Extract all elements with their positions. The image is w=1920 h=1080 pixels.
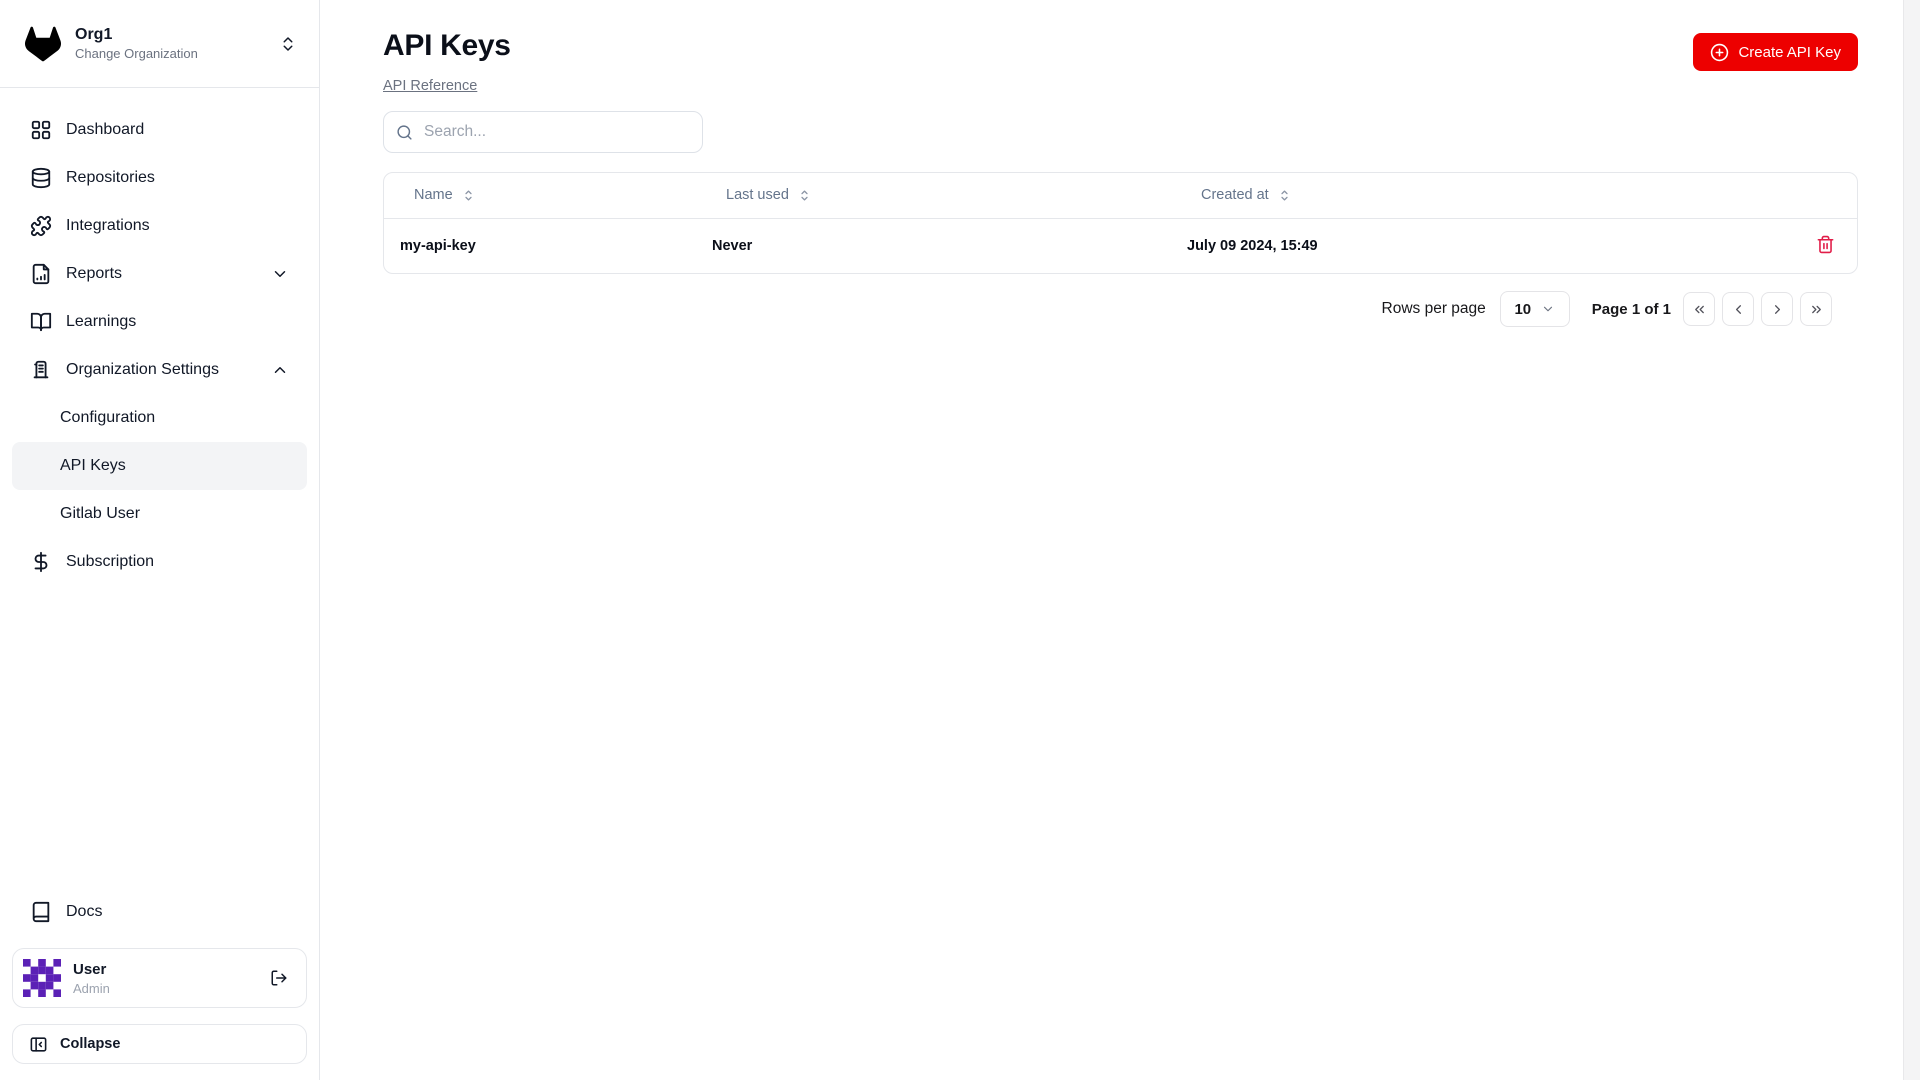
column-header-name[interactable]: Name <box>384 173 696 219</box>
logout-button[interactable] <box>268 967 290 989</box>
sidebar-item-configuration[interactable]: Configuration <box>12 394 307 442</box>
sidebar-item-organization-settings[interactable]: Organization Settings <box>12 346 307 394</box>
dollar-icon <box>30 551 52 573</box>
sidebar-item-repositories[interactable]: Repositories <box>12 154 307 202</box>
last-page-button[interactable] <box>1800 292 1832 326</box>
sort-icon <box>797 188 812 203</box>
search-input[interactable] <box>422 122 690 142</box>
column-header-last-used[interactable]: Last used <box>696 173 1171 219</box>
main-header: API Keys Create API Key <box>383 28 1858 71</box>
user-card: User Admin <box>12 948 307 1008</box>
rows-per-page-select[interactable]: 10 <box>1499 291 1570 327</box>
delete-api-key-button[interactable] <box>1814 233 1837 256</box>
sidebar-item-integrations[interactable]: Integrations <box>12 202 307 250</box>
book-open-icon <box>30 311 52 333</box>
sidebar-item-dashboard[interactable]: Dashboard <box>12 106 307 154</box>
table-header-row: Name Last used Created at <box>384 173 1857 219</box>
gitlab-logo-icon <box>24 26 62 62</box>
search-icon <box>396 124 413 141</box>
main-content: API Keys Create API Key API Reference Na… <box>321 0 1903 1080</box>
collapse-sidebar-button[interactable]: Collapse <box>12 1024 307 1064</box>
sidebar-item-learnings[interactable]: Learnings <box>12 298 307 346</box>
sidebar-item-docs[interactable]: Docs <box>12 888 307 936</box>
column-header-created-at[interactable]: Created at <box>1171 173 1707 219</box>
create-api-key-button[interactable]: Create API Key <box>1693 33 1858 71</box>
next-page-button[interactable] <box>1761 292 1793 326</box>
page-title: API Keys <box>383 29 511 62</box>
trash-icon <box>1816 235 1835 254</box>
book-icon <box>30 901 52 923</box>
chevrons-up-down-icon <box>279 35 297 53</box>
file-chart-icon <box>30 263 52 285</box>
user-role: Admin <box>73 980 110 996</box>
column-label: Last used <box>726 187 789 204</box>
cell-name: my-api-key <box>400 237 476 254</box>
user-name: User <box>73 960 107 978</box>
org-switcher-button[interactable] <box>275 31 301 57</box>
org-header: Org1 Change Organization <box>0 0 319 88</box>
sidebar-bottom: Docs User Admin Collapse <box>0 888 319 1080</box>
sidebar-item-label: Learnings <box>66 313 137 330</box>
sidebar-item-label: Docs <box>66 903 103 920</box>
layout-grid-icon <box>30 119 52 141</box>
sidebar-item-label: API Keys <box>60 457 126 474</box>
plus-circle-icon <box>1710 43 1729 62</box>
column-label: Name <box>414 187 453 204</box>
previous-page-button[interactable] <box>1722 292 1754 326</box>
sidebar-nav: Dashboard Repositories Integrations Repo… <box>0 88 319 586</box>
org-info: Org1 Change Organization <box>75 26 262 61</box>
database-icon <box>30 167 52 189</box>
rows-per-page-value: 10 <box>1514 300 1532 318</box>
rows-per-page-label: Rows per page <box>1381 300 1486 317</box>
chevrons-right-icon <box>1809 302 1824 317</box>
chevron-right-icon <box>1770 302 1785 317</box>
sidebar-item-label: Dashboard <box>66 121 145 138</box>
chevrons-left-icon <box>1692 302 1707 317</box>
chevron-down-icon <box>1541 302 1555 316</box>
logout-icon <box>270 969 288 987</box>
sidebar-item-reports[interactable]: Reports <box>12 250 307 298</box>
building-icon <box>30 359 52 381</box>
search-box <box>383 111 703 153</box>
sidebar-item-label: Gitlab User <box>60 505 141 522</box>
chevron-down-icon <box>271 265 289 283</box>
sidebar-item-label: Reports <box>66 265 123 282</box>
first-page-button[interactable] <box>1683 292 1715 326</box>
sidebar-item-label: Subscription <box>66 553 155 570</box>
puzzle-icon <box>30 215 52 237</box>
collapse-label: Collapse <box>60 1036 121 1052</box>
sort-icon <box>1277 188 1292 203</box>
sidebar: Org1 Change Organization Dashboard Repos… <box>0 0 320 1080</box>
column-label: Created at <box>1201 187 1269 204</box>
user-info: User Admin <box>73 961 256 996</box>
cell-created-at: July 09 2024, 15:49 <box>1187 237 1318 254</box>
avatar <box>23 959 61 997</box>
org-name: Org1 <box>75 25 113 43</box>
pagination: Rows per page 10 Page 1 of 1 <box>383 291 1858 327</box>
change-organization-label: Change Organization <box>75 46 198 62</box>
sidebar-item-gitlab-user[interactable]: Gitlab User <box>12 490 307 538</box>
sidebar-item-label: Configuration <box>60 409 156 426</box>
chevron-left-icon <box>1731 302 1746 317</box>
scrollbar[interactable] <box>1903 0 1920 1080</box>
sidebar-item-label: Repositories <box>66 169 155 186</box>
pagination-buttons <box>1683 292 1832 326</box>
sidebar-item-api-keys[interactable]: API Keys <box>12 442 307 490</box>
sidebar-item-label: Organization Settings <box>66 361 219 378</box>
sidebar-item-label: Integrations <box>66 217 150 234</box>
column-header-actions <box>1707 173 1857 219</box>
panel-collapse-icon <box>29 1035 48 1054</box>
chevron-up-icon <box>271 361 289 379</box>
page-status: Page 1 of 1 <box>1591 300 1671 318</box>
api-keys-table: Name Last used Created at my-api-key Nev… <box>383 172 1858 274</box>
create-api-key-label: Create API Key <box>1738 43 1841 61</box>
api-reference-link[interactable]: API Reference <box>383 78 477 94</box>
table-row: my-api-key Never July 09 2024, 15:49 <box>384 218 1857 273</box>
sidebar-item-subscription[interactable]: Subscription <box>12 538 307 586</box>
cell-last-used: Never <box>712 237 753 254</box>
sort-icon <box>461 188 476 203</box>
